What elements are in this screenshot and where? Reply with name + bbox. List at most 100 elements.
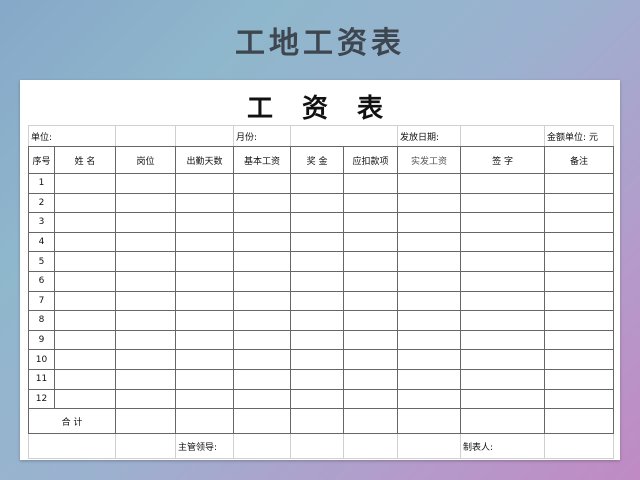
table-cell[interactable] (343, 310, 399, 331)
table-cell[interactable] (460, 212, 546, 233)
table-cell[interactable] (233, 388, 292, 410)
table-cell[interactable] (544, 290, 615, 312)
table-cell[interactable] (115, 368, 177, 390)
table-cell[interactable] (175, 310, 235, 331)
table-cell[interactable] (460, 270, 546, 292)
table-cell[interactable] (343, 349, 399, 370)
table-cell[interactable] (115, 173, 177, 194)
table-cell[interactable] (343, 192, 399, 214)
table-cell[interactable] (343, 270, 399, 292)
table-cell[interactable] (290, 270, 345, 292)
table-cell[interactable] (53, 212, 117, 233)
table-cell[interactable] (397, 270, 462, 292)
table-cell[interactable] (53, 329, 117, 351)
table-cell[interactable] (544, 388, 615, 410)
table-cell[interactable] (544, 251, 615, 272)
table-cell[interactable] (53, 368, 117, 390)
table-cell[interactable] (290, 388, 345, 410)
table-cell[interactable] (53, 290, 117, 312)
table-cell[interactable] (397, 388, 462, 410)
table-cell[interactable] (290, 212, 345, 233)
table-cell[interactable] (460, 290, 546, 312)
table-cell[interactable] (175, 388, 235, 410)
table-cell[interactable] (397, 349, 462, 370)
table-cell[interactable] (343, 231, 399, 253)
table-cell[interactable] (53, 388, 117, 410)
table-cell[interactable] (460, 349, 546, 370)
table-cell[interactable] (53, 192, 117, 214)
table-cell[interactable] (290, 192, 345, 214)
table-cell[interactable] (53, 251, 117, 272)
table-cell[interactable] (460, 173, 546, 194)
total-cell[interactable] (115, 408, 177, 435)
table-cell[interactable] (397, 290, 462, 312)
table-cell[interactable] (175, 368, 235, 390)
table-cell[interactable] (175, 290, 235, 312)
table-cell[interactable] (290, 231, 345, 253)
table-cell[interactable] (233, 231, 292, 253)
table-cell[interactable] (460, 388, 546, 410)
table-cell[interactable] (233, 329, 292, 351)
table-cell[interactable] (115, 192, 177, 214)
table-cell[interactable] (115, 349, 177, 370)
table-cell[interactable] (175, 192, 235, 214)
table-cell[interactable] (115, 388, 177, 410)
table-cell[interactable] (544, 231, 615, 253)
table-cell[interactable] (544, 349, 615, 370)
table-cell[interactable] (233, 368, 292, 390)
table-cell[interactable] (233, 270, 292, 292)
table-cell[interactable] (397, 192, 462, 214)
table-cell[interactable] (175, 270, 235, 292)
month-value[interactable] (290, 125, 399, 147)
total-cell[interactable] (460, 408, 546, 435)
table-cell[interactable] (175, 212, 235, 233)
table-cell[interactable] (175, 251, 235, 272)
table-cell[interactable] (544, 329, 615, 351)
table-cell[interactable] (397, 368, 462, 390)
table-cell[interactable] (290, 290, 345, 312)
table-cell[interactable] (290, 310, 345, 331)
total-cell[interactable] (233, 408, 292, 435)
table-cell[interactable] (544, 310, 615, 331)
table-cell[interactable] (460, 192, 546, 214)
table-cell[interactable] (343, 212, 399, 233)
table-cell[interactable] (53, 310, 117, 331)
table-cell[interactable] (175, 173, 235, 194)
table-cell[interactable] (544, 368, 615, 390)
table-cell[interactable] (175, 231, 235, 253)
table-cell[interactable] (175, 349, 235, 370)
total-cell[interactable] (175, 408, 235, 435)
table-cell[interactable] (343, 329, 399, 351)
supervisor-value[interactable] (233, 433, 292, 460)
table-cell[interactable] (115, 329, 177, 351)
table-cell[interactable] (290, 349, 345, 370)
table-cell[interactable] (290, 329, 345, 351)
table-cell[interactable] (343, 251, 399, 272)
table-cell[interactable] (460, 310, 546, 331)
table-cell[interactable] (343, 173, 399, 194)
maker-value[interactable] (544, 433, 615, 460)
table-cell[interactable] (460, 368, 546, 390)
table-cell[interactable] (233, 173, 292, 194)
table-cell[interactable] (460, 251, 546, 272)
table-cell[interactable] (290, 251, 345, 272)
table-cell[interactable] (544, 212, 615, 233)
table-cell[interactable] (544, 270, 615, 292)
table-cell[interactable] (460, 329, 546, 351)
total-cell[interactable] (544, 408, 615, 435)
table-cell[interactable] (544, 173, 615, 194)
issue-date-value[interactable] (460, 125, 546, 147)
table-cell[interactable] (397, 310, 462, 331)
table-cell[interactable] (397, 251, 462, 272)
table-cell[interactable] (233, 192, 292, 214)
table-cell[interactable] (53, 173, 117, 194)
table-cell[interactable] (544, 192, 615, 214)
table-cell[interactable] (115, 251, 177, 272)
table-cell[interactable] (397, 231, 462, 253)
table-cell[interactable] (397, 329, 462, 351)
table-cell[interactable] (343, 290, 399, 312)
total-cell[interactable] (343, 408, 399, 435)
table-cell[interactable] (397, 173, 462, 194)
table-cell[interactable] (233, 251, 292, 272)
table-cell[interactable] (290, 368, 345, 390)
